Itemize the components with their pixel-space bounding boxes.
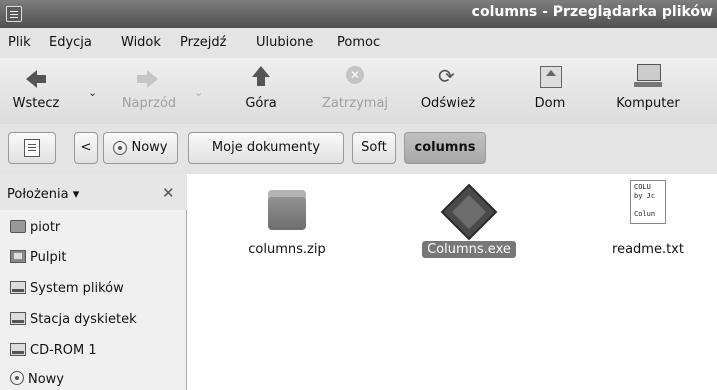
chevron-down-icon: ▾ xyxy=(68,187,80,202)
toolbar: Wstecz ⌄ Naprzód ⌄ Góra ✕ Zatrzymaj ⟳ Od… xyxy=(0,58,717,125)
menu-plik[interactable]: Plik xyxy=(8,35,31,50)
up-label: Góra xyxy=(245,96,277,111)
refresh-label: Odśwież xyxy=(420,96,476,111)
toggle-location-entry-button[interactable] xyxy=(8,132,56,164)
stop-label: Zatrzymaj xyxy=(321,96,389,111)
back-button[interactable]: Wstecz xyxy=(4,58,68,124)
refresh-button[interactable]: ⟳ Odśwież xyxy=(410,58,486,124)
stop-button[interactable]: ✕ Zatrzymaj xyxy=(312,58,398,124)
menu-przejdz[interactable]: Przejdź xyxy=(180,35,226,50)
sidebar-item-label: CD-ROM 1 xyxy=(30,343,97,358)
text-file-icon: COLU by Jc Colun xyxy=(630,180,666,224)
home-button[interactable]: Dom xyxy=(522,58,578,124)
path-scroll-left-button[interactable]: < xyxy=(74,132,98,164)
file-readme-txt[interactable]: COLU by Jc Colun readme.txt xyxy=(593,180,703,270)
title-bar: columns - Przeglądarka plików xyxy=(0,0,717,28)
sidebar-header: Położenia ▾ ✕ xyxy=(0,174,187,210)
forward-arrow-icon xyxy=(137,70,158,88)
file-columns-exe[interactable]: Columns.exe xyxy=(409,183,529,268)
back-label: Wstecz xyxy=(12,96,60,111)
refresh-icon: ⟳ xyxy=(438,64,455,88)
menu-edycja[interactable]: Edycja xyxy=(49,35,92,50)
location-entry-icon xyxy=(24,138,40,157)
places-sidebar: Położenia ▾ ✕ piotr Pulpit System plików… xyxy=(0,174,187,390)
sidebar-item-nowy[interactable]: Nowy xyxy=(10,371,64,387)
up-button[interactable]: Góra xyxy=(232,58,290,124)
sidebar-item-label: Stacja dyskietek xyxy=(30,312,137,327)
disc-icon xyxy=(113,140,128,155)
desktop-icon xyxy=(10,250,26,263)
window-title: columns - Przeglądarka plików xyxy=(471,4,713,20)
crumb-columns[interactable]: columns xyxy=(404,132,486,164)
stop-icon: ✕ xyxy=(346,66,364,84)
file-label: readme.txt xyxy=(612,242,684,257)
home-folder-icon xyxy=(10,220,26,233)
exe-icon xyxy=(440,183,498,241)
file-columns-zip[interactable]: columns.zip xyxy=(227,188,347,268)
back-history-dropdown-icon[interactable]: ⌄ xyxy=(88,86,97,99)
close-icon[interactable]: ✕ xyxy=(162,184,175,202)
home-icon xyxy=(540,66,562,88)
home-label: Dom xyxy=(534,96,566,111)
sidebar-title: Położenia xyxy=(7,187,69,202)
sidebar-item-cd-rom[interactable]: CD-ROM 1 xyxy=(10,343,97,358)
menu-pomoc[interactable]: Pomoc xyxy=(337,35,380,50)
drive-icon xyxy=(10,281,26,294)
computer-label: Komputer xyxy=(616,96,680,111)
sidebar-item-pulpit[interactable]: Pulpit xyxy=(10,250,66,265)
cdrom-icon xyxy=(10,343,26,356)
archive-icon xyxy=(268,190,306,230)
sidebar-item-piotr[interactable]: piotr xyxy=(10,220,60,235)
computer-button[interactable]: Komputer xyxy=(603,58,693,124)
crumb-nowy-label: Nowy xyxy=(131,140,168,155)
sidebar-item-label: Pulpit xyxy=(30,250,67,265)
forward-history-dropdown-icon[interactable]: ⌄ xyxy=(194,86,203,99)
crumb-moje-dokumenty[interactable]: Moje dokumenty xyxy=(188,132,344,164)
floppy-icon xyxy=(10,312,26,325)
sidebar-item-label: System plików xyxy=(30,281,124,296)
forward-label: Naprzód xyxy=(121,96,177,111)
sidebar-item-label: Nowy xyxy=(28,372,65,387)
file-label: Columns.exe xyxy=(422,241,516,258)
disc-icon xyxy=(10,371,24,385)
menu-bar: Plik Edycja Widok Przejdź Ulubione Pomoc xyxy=(0,28,717,58)
file-view: columns.zip Columns.exe COLU by Jc Colun r… xyxy=(187,174,717,390)
back-arrow-icon xyxy=(26,70,46,88)
up-arrow-icon xyxy=(252,66,270,86)
forward-button[interactable]: Naprzód xyxy=(112,58,186,124)
crumb-soft[interactable]: Soft xyxy=(352,132,396,164)
computer-icon xyxy=(634,64,662,87)
window-menu-icon[interactable] xyxy=(6,6,22,22)
sidebar-item-system-plikow[interactable]: System plików xyxy=(10,281,124,296)
sidebar-selector[interactable]: Położenia ▾ xyxy=(7,187,79,202)
crumb-nowy[interactable]: Nowy xyxy=(103,132,178,164)
file-label: columns.zip xyxy=(248,242,326,257)
menu-ulubione[interactable]: Ulubione xyxy=(256,35,313,50)
path-bar: < Nowy Moje dokumenty Soft columns xyxy=(0,124,717,174)
sidebar-item-label: piotr xyxy=(30,220,61,235)
sidebar-item-stacja-dyskietek[interactable]: Stacja dyskietek xyxy=(10,312,137,327)
menu-widok[interactable]: Widok xyxy=(121,35,161,50)
